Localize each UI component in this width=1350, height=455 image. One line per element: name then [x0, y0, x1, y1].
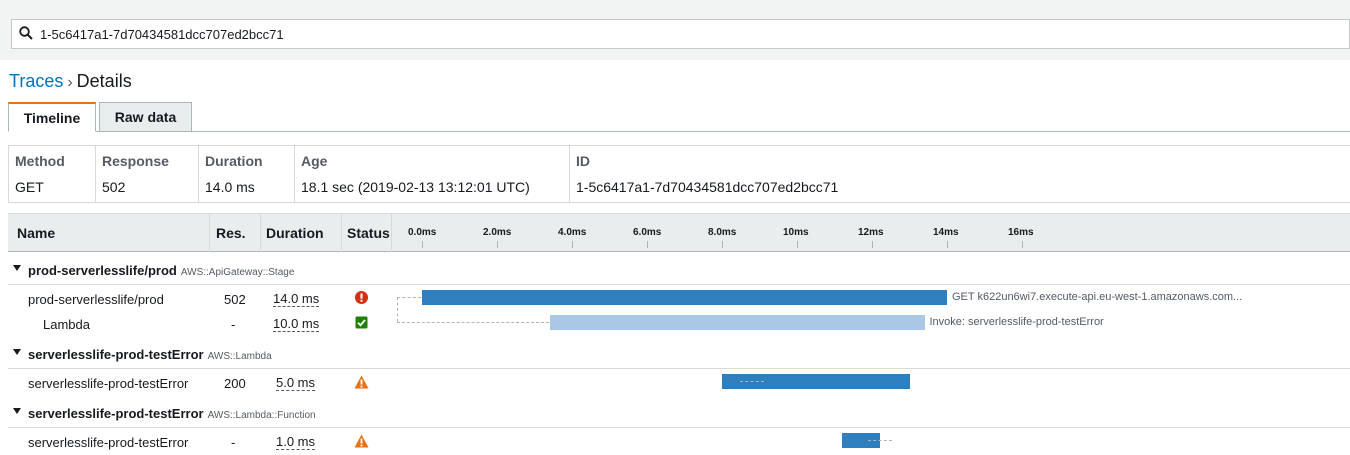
segment-duration[interactable]: 5.0 ms: [276, 376, 316, 391]
search-icon: [19, 26, 33, 40]
caret-down-icon[interactable]: [13, 349, 21, 355]
column-res[interactable]: Res.: [210, 214, 261, 252]
timeline-tick-label: 10ms: [783, 227, 809, 238]
summary-response: Response 502: [95, 146, 198, 202]
warning-icon: [354, 434, 369, 451]
segment-group-header[interactable]: serverlesslife-prod-testError AWS::Lambda…: [8, 401, 1350, 428]
summary-id-value: 1-5c6417a1-7d70434581dcc707ed2bcc71: [576, 179, 839, 195]
summary-method: Method GET: [9, 146, 95, 202]
tab-raw-data[interactable]: Raw data: [99, 102, 192, 132]
segment-group-name: serverlesslife-prod-testError AWS::Lambda: [28, 347, 272, 362]
timeline-tick-label: 6.0ms: [633, 227, 662, 238]
column-status[interactable]: Status: [342, 214, 392, 252]
timeline-bar[interactable]: [549, 315, 925, 330]
summary-duration: Duration 14.0 ms: [198, 146, 294, 202]
timeline-connector: [397, 322, 549, 323]
timeline-tick-label: 14ms: [933, 227, 959, 238]
breadcrumb-current: Details: [76, 71, 132, 91]
segment-duration[interactable]: 10.0 ms: [273, 317, 320, 332]
segment-name: prod-serverlesslife/prod: [28, 292, 164, 307]
timeline-connector: [868, 440, 892, 441]
segment-response: 200: [224, 376, 246, 391]
segment-group-type: AWS::Lambda: [207, 351, 272, 362]
trace-search-box[interactable]: [11, 19, 1350, 49]
segment-group-type: AWS::ApiGateway::Stage: [180, 267, 295, 278]
timeline-table-header: Name Res. Duration Status 0.0ms 2.0ms 4.0m…: [8, 213, 1350, 252]
breadcrumb-traces-link[interactable]: Traces: [9, 71, 63, 91]
caret-down-icon[interactable]: [13, 265, 21, 271]
timeline-bar-label: Invoke: serverlesslife-prod-testError: [929, 316, 1104, 328]
summary-age-value: 18.1 sec (2019-02-13 13:12:01 UTC): [301, 179, 530, 195]
timeline-tick-mark: [497, 241, 498, 248]
search-bar-area: [0, 0, 1350, 60]
segment-group-name: serverlesslife-prod-testError AWS::Lambda…: [28, 406, 316, 421]
summary-id: ID 1-5c6417a1-7d70434581dcc707ed2bcc71: [569, 146, 1349, 202]
segment-response: 502: [224, 292, 246, 307]
timeline-bar[interactable]: [422, 290, 947, 305]
summary-method-header: Method: [15, 153, 65, 169]
segment-duration[interactable]: 14.0 ms: [273, 292, 320, 307]
summary-duration-value: 14.0 ms: [205, 179, 255, 195]
segment-name: Lambda: [43, 317, 90, 332]
caret-down-icon[interactable]: [13, 408, 21, 414]
segment-group-type: AWS::Lambda::Function: [207, 410, 316, 421]
timeline-tick-label: 4.0ms: [558, 227, 587, 238]
segment-name: serverlesslife-prod-testError: [28, 376, 189, 391]
timeline-tick-mark: [722, 241, 723, 248]
timeline-tick-label: 16ms: [1008, 227, 1034, 238]
group-name-text: serverlesslife-prod-testError: [28, 406, 204, 421]
timeline-tick-label: 12ms: [858, 227, 884, 238]
timeline-tick-label: 2.0ms: [483, 227, 512, 238]
breadcrumb-separator: ›: [67, 74, 73, 91]
timeline-tick-mark: [872, 241, 873, 248]
warning-icon: [354, 375, 369, 392]
segment-response: -: [231, 317, 236, 332]
timeline-bar-label: GET k622un6wi7.execute-api.eu-west-1.ama…: [952, 291, 1243, 303]
segment-group-name: prod-serverlesslife/prod AWS::ApiGateway:…: [28, 263, 294, 278]
segment-group-header[interactable]: serverlesslife-prod-testError AWS::Lambda: [8, 342, 1350, 369]
column-duration[interactable]: Duration: [261, 214, 342, 252]
tab-timeline[interactable]: Timeline: [8, 102, 96, 132]
trace-summary: Method GET Response 502 Duration 14.0 ms…: [8, 145, 1350, 203]
summary-age-header: Age: [301, 153, 328, 169]
segment-row[interactable]: serverlesslife-prod-testError 200 5.0 ms: [8, 371, 1350, 396]
timeline-tick-mark: [572, 241, 573, 248]
tabs-divider: [8, 131, 1350, 132]
segment-response: -: [231, 435, 236, 450]
summary-id-header: ID: [576, 153, 590, 169]
checkmark-icon: [355, 316, 368, 332]
timeline-connector: [397, 297, 421, 298]
timeline-tick-mark: [422, 241, 423, 248]
group-name-text: prod-serverlesslife/prod: [28, 263, 177, 278]
segment-row[interactable]: serverlesslife-prod-testError - 1.0 ms: [8, 430, 1350, 455]
timeline-tick-mark: [947, 241, 948, 248]
trace-id-input[interactable]: [40, 24, 1330, 44]
timeline-tick-mark: [1022, 241, 1023, 248]
timeline-tick-label: 0.0ms: [408, 227, 437, 238]
segment-name: serverlesslife-prod-testError: [28, 435, 189, 450]
segment-group-header[interactable]: prod-serverlesslife/prod AWS::ApiGateway:…: [8, 258, 1350, 285]
timeline-connector: [740, 381, 764, 382]
timeline-tick-mark: [797, 241, 798, 248]
group-name-text: serverlesslife-prod-testError: [28, 347, 204, 362]
column-name[interactable]: Name: [8, 214, 210, 252]
summary-response-value: 502: [102, 179, 126, 195]
summary-method-value: GET: [15, 179, 44, 195]
timeline-tick-mark: [647, 241, 648, 248]
segment-duration[interactable]: 1.0 ms: [276, 435, 316, 450]
timeline-tick-label: 8.0ms: [708, 227, 737, 238]
timeline-connector: [397, 297, 398, 322]
error-icon: [355, 291, 368, 307]
summary-age: Age 18.1 sec (2019-02-13 13:12:01 UTC): [294, 146, 569, 202]
summary-response-header: Response: [102, 153, 169, 169]
summary-duration-header: Duration: [205, 153, 263, 169]
breadcrumb: Traces › Details: [9, 71, 132, 92]
